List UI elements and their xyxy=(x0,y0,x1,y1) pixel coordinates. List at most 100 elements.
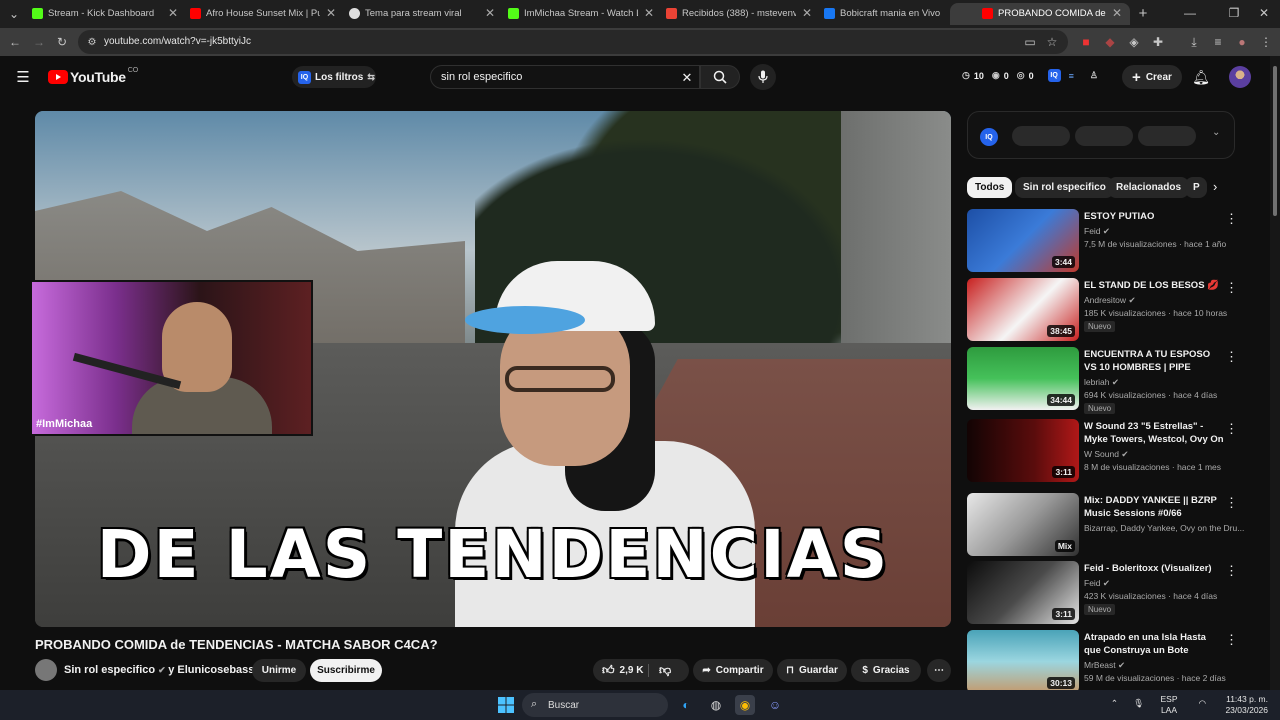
video-channel[interactable]: Andresitow ✔ xyxy=(1084,295,1136,306)
iq-extension-icon[interactable]: IQ xyxy=(1047,69,1061,82)
search-input[interactable]: sin rol especifico ✕ xyxy=(430,65,700,89)
extensions-puzzle-icon[interactable]: ✚ xyxy=(1150,34,1166,50)
discord-icon[interactable]: ☺ xyxy=(765,695,785,715)
more-options-icon[interactable]: ⋮ xyxy=(1225,632,1238,648)
list-item[interactable]: 3:11 Feid - Boleritoxx (Visualizer) Feid… xyxy=(967,561,1238,625)
extension-chip[interactable] xyxy=(1075,126,1133,146)
list-item[interactable]: 3:44 ESTOY PUTIAO Feid ✔ 7,5 M de visual… xyxy=(967,209,1238,273)
more-options-icon[interactable]: ⋮ xyxy=(1225,349,1238,365)
share-button[interactable]: ➦ Compartir xyxy=(693,659,773,682)
more-options-icon[interactable]: ⋮ xyxy=(1225,421,1238,437)
video-channel[interactable]: W Sound ✔ xyxy=(1084,449,1128,460)
close-tab-icon[interactable]: ✕ xyxy=(1112,6,1122,20)
language-indicator[interactable]: ESP LAA xyxy=(1154,694,1184,716)
video-title[interactable]: EL STAND DE LOS BESOS 💋 xyxy=(1084,279,1224,292)
wifi-icon[interactable]: ◠ xyxy=(1199,698,1206,709)
more-options-icon[interactable]: ⋮ xyxy=(1225,280,1238,296)
chip-channel[interactable]: Sin rol especifico xyxy=(1015,177,1114,198)
app-icon[interactable]: ◍ xyxy=(706,695,726,715)
avatar[interactable] xyxy=(1229,66,1251,88)
video-title[interactable]: ENCUENTRA A TU ESPOSO VS 10 HOMBRES | PI… xyxy=(1084,348,1224,374)
page-scrollbar[interactable] xyxy=(1270,56,1280,690)
video-thumbnail[interactable]: 3:44 xyxy=(967,209,1079,272)
address-bar[interactable]: ⚙ youtube.com/watch?v=-jk5bttyiJc ▭ ☆ xyxy=(78,30,1068,54)
extension-icon[interactable]: ■ xyxy=(1078,34,1094,50)
extension-icon[interactable]: ◈ xyxy=(1126,34,1142,50)
video-title[interactable]: Mix: DADDY YANKEE || BZRP Music Sessions… xyxy=(1084,494,1224,520)
bookmark-star-icon[interactable]: ☆ xyxy=(1044,34,1060,50)
more-options-icon[interactable]: ⋮ xyxy=(1225,495,1238,511)
list-item[interactable]: 3:11 W Sound 23 "5 Estrellas" - Myke Tow… xyxy=(967,419,1238,483)
extension-chip[interactable] xyxy=(1012,126,1070,146)
join-button[interactable]: Unirme xyxy=(252,659,306,682)
scrollbar-thumb[interactable] xyxy=(1273,66,1277,216)
menu-dots-icon[interactable]: ⋮ xyxy=(1258,34,1274,50)
list-item[interactable]: 30:13 Atrapado en una Isla Hasta que Con… xyxy=(967,630,1238,694)
thanks-button[interactable]: $ Gracias xyxy=(851,659,921,682)
close-window-icon[interactable]: ✕ xyxy=(1256,5,1272,21)
chrome-icon[interactable]: ◉ xyxy=(735,695,755,715)
dislike-icon[interactable]: 👎︎ xyxy=(659,663,671,678)
back-icon[interactable]: ← xyxy=(7,34,23,50)
more-options-icon[interactable]: ⋮ xyxy=(1225,563,1238,579)
chevron-right-icon[interactable]: › xyxy=(1213,179,1217,194)
iq-extension-icon[interactable]: IQ xyxy=(980,128,998,146)
new-tab-icon[interactable]: + xyxy=(1135,5,1151,22)
edge-icon[interactable]: ◐ xyxy=(676,695,696,715)
video-channel[interactable]: Bizarrap, Daddy Yankee, Ovy on the Dru..… xyxy=(1084,523,1244,533)
windows-start-icon[interactable] xyxy=(496,695,516,715)
video-thumbnail[interactable]: 3:11 xyxy=(967,561,1079,624)
video-thumbnail[interactable]: 34:44 xyxy=(967,347,1079,410)
video-title[interactable]: Atrapado en una Isla Hasta que Construya… xyxy=(1084,631,1224,657)
voice-search-button[interactable] xyxy=(750,64,776,90)
video-thumbnail[interactable]: 30:13 xyxy=(967,630,1079,693)
channel-name[interactable]: Sin rol especifico ✔ y Elunicosebass xyxy=(64,664,254,676)
browser-tab-active[interactable]: PROBANDO COMIDA de TEN ✕ xyxy=(950,3,1130,25)
subscribe-button[interactable]: Suscribirme xyxy=(310,659,382,682)
list-item[interactable]: 34:44 ENCUENTRA A TU ESPOSO VS 10 HOMBRE… xyxy=(967,347,1238,414)
forward-icon[interactable]: → xyxy=(31,34,47,50)
chevron-down-icon[interactable]: ⌄ xyxy=(1212,127,1220,138)
clear-search-icon[interactable]: ✕ xyxy=(679,70,695,86)
list-item[interactable]: 38:45 EL STAND DE LOS BESOS 💋 Andresitow… xyxy=(967,278,1238,342)
save-button[interactable]: ⊓ Guardar xyxy=(777,659,847,682)
channel-avatar[interactable] xyxy=(35,659,57,681)
video-channel[interactable]: Feid ✔ xyxy=(1084,226,1110,237)
filters-button[interactable]: IQ Los filtros ⇆ xyxy=(292,66,376,88)
minimize-icon[interactable]: — xyxy=(1182,5,1198,21)
video-thumbnail[interactable]: Mix xyxy=(967,493,1079,556)
video-title[interactable]: Feid - Boleritoxx (Visualizer) xyxy=(1084,562,1224,575)
video-thumbnail[interactable]: 38:45 xyxy=(967,278,1079,341)
more-options-icon[interactable]: ⋮ xyxy=(1225,211,1238,227)
create-button[interactable]: + Crear xyxy=(1122,65,1182,89)
site-info-icon[interactable]: ⚙ xyxy=(84,34,100,50)
reading-list-icon[interactable]: ≡ xyxy=(1210,34,1226,50)
video-thumbnail[interactable]: 3:11 xyxy=(967,419,1079,482)
video-channel[interactable]: Feid ✔ xyxy=(1084,578,1110,589)
extension-icon[interactable]: ◆ xyxy=(1102,34,1118,50)
taskbar-search[interactable]: ⌕ Buscar xyxy=(522,693,668,717)
like-count[interactable]: 2,9 K xyxy=(620,665,644,676)
chip-related[interactable]: Relacionados xyxy=(1108,177,1190,198)
like-icon[interactable]: 👍︎ xyxy=(602,663,615,678)
list-icon[interactable]: ≡ xyxy=(1069,71,1074,81)
youtube-logo[interactable]: YouTube CO xyxy=(48,67,138,85)
list-item[interactable]: Mix Mix: DADDY YANKEE || BZRP Music Sess… xyxy=(967,493,1244,557)
hamburger-menu-icon[interactable]: ☰ xyxy=(15,69,31,86)
video-channel[interactable]: MrBeast ✔ xyxy=(1084,660,1125,671)
reload-icon[interactable]: ↻ xyxy=(54,34,70,50)
download-icon[interactable]: ⤓ xyxy=(1186,34,1202,50)
notifications-bell-icon[interactable]: 🔔︎ xyxy=(1192,69,1210,85)
clock[interactable]: 11:43 p. m. 23/03/2026 xyxy=(1208,694,1268,716)
video-title[interactable]: ESTOY PUTIAO xyxy=(1084,210,1224,223)
video-channel[interactable]: lebriah ✔ xyxy=(1084,377,1119,388)
award-icon[interactable]: ♙ xyxy=(1090,70,1098,81)
chip-partial[interactable]: P xyxy=(1185,177,1207,198)
extension-chip[interactable] xyxy=(1138,126,1196,146)
cast-icon[interactable]: ▭ xyxy=(1022,34,1038,50)
chip-all[interactable]: Todos xyxy=(967,177,1013,198)
more-actions-button[interactable]: ⋯ xyxy=(927,659,951,682)
video-title[interactable]: W Sound 23 "5 Estrellas" - Myke Towers, … xyxy=(1084,420,1224,446)
chevron-up-icon[interactable]: ⌃ xyxy=(1111,698,1118,709)
search-button[interactable] xyxy=(700,65,740,89)
